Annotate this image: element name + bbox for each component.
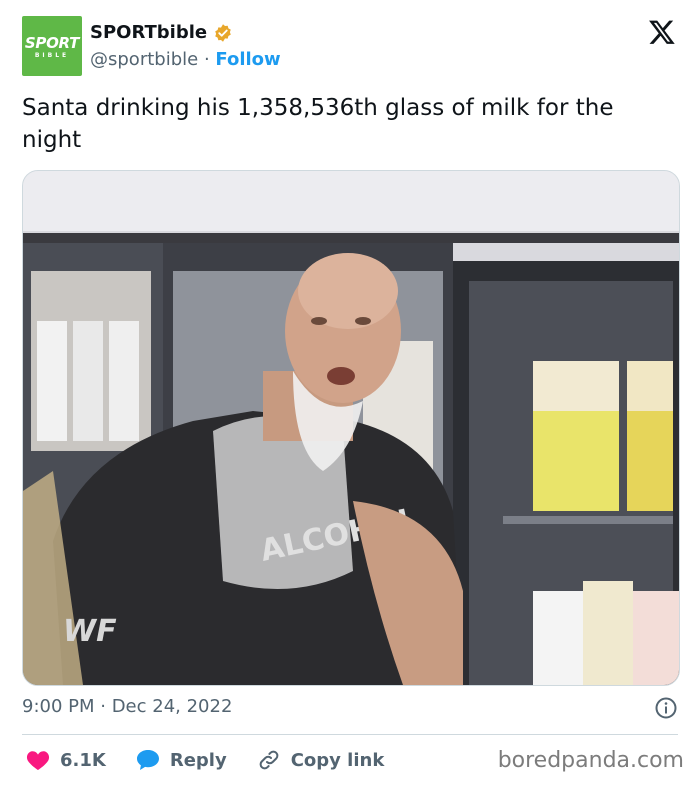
like-button[interactable]: 6.1K <box>26 749 106 771</box>
watermark: boredpanda.com <box>497 748 684 773</box>
account-name[interactable]: SPORTbible <box>90 22 207 43</box>
media-image: ALCOHOL WF <box>23 171 679 685</box>
verified-badge-icon <box>215 23 231 42</box>
follow-button[interactable]: Follow <box>215 49 280 70</box>
name-row: SPORTbible <box>90 22 233 43</box>
x-logo-icon[interactable] <box>648 18 676 46</box>
action-bar: 6.1K Reply Copy link <box>22 744 384 776</box>
tweet-header: SPORT BIBLE SPORTbible @sportbible · Fol… <box>22 16 682 78</box>
avatar[interactable]: SPORT BIBLE <box>22 16 82 76</box>
reply-button[interactable]: Reply <box>136 749 227 771</box>
tweet-text: Santa drinking his 1,358,536th glass of … <box>22 95 614 153</box>
copy-link-button[interactable]: Copy link <box>257 748 385 772</box>
account-handle[interactable]: @sportbible <box>90 49 198 70</box>
avatar-text-top: SPORT <box>24 34 80 52</box>
info-icon[interactable] <box>654 696 678 720</box>
like-count: 6.1K <box>60 749 106 771</box>
handle-row: @sportbible · Follow <box>90 49 281 70</box>
avatar-text-bottom: BIBLE <box>34 52 70 59</box>
tweet-media[interactable]: ALCOHOL WF <box>22 170 680 686</box>
timestamp-row: 9:00 PM · Dec 24, 2022 <box>22 696 678 722</box>
timestamp[interactable]: 9:00 PM · Dec 24, 2022 <box>22 696 232 717</box>
separator: · <box>203 49 210 70</box>
media-logo: WF <box>63 614 117 649</box>
reply-label: Reply <box>169 749 227 771</box>
heart-icon <box>26 751 50 770</box>
link-icon <box>259 750 279 770</box>
divider <box>22 734 678 735</box>
copy-link-label: Copy link <box>290 749 385 771</box>
reply-bubble-icon <box>136 750 159 770</box>
